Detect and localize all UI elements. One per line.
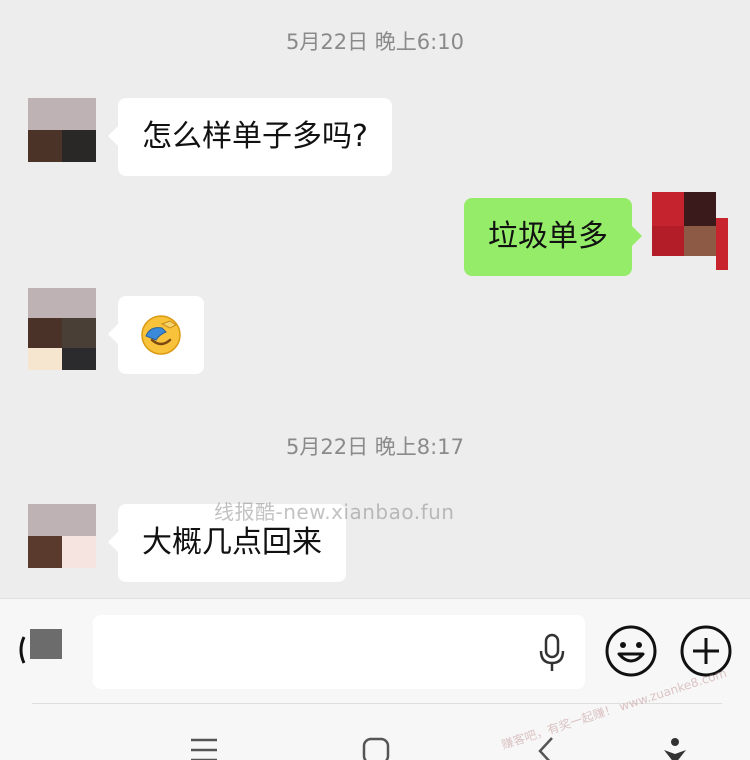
message-input[interactable] [93, 615, 585, 689]
timestamp: 5月22日 晚上6:10 [286, 30, 464, 54]
contact-avatar[interactable] [28, 98, 96, 180]
home-icon[interactable] [361, 736, 391, 760]
self-avatar[interactable] [652, 192, 728, 274]
incoming-message[interactable]: 怎么样单子多吗? [108, 98, 392, 176]
accessibility-icon[interactable] [662, 736, 688, 760]
outgoing-message[interactable]: 垃圾单多 [464, 198, 642, 276]
voice-toggle-button[interactable] [18, 625, 68, 675]
system-nav-bar [0, 708, 750, 760]
smiley-icon [605, 625, 657, 677]
facepalm-emoji [141, 315, 181, 355]
timestamp: 5月22日 晚上8:17 [286, 435, 464, 459]
microphone-icon[interactable] [537, 633, 567, 673]
contact-avatar[interactable] [28, 288, 96, 370]
contact-avatar[interactable] [28, 504, 96, 586]
menu-icon[interactable] [189, 736, 219, 760]
incoming-emoji-message[interactable] [108, 296, 204, 374]
voice-toggle-icon [19, 629, 62, 664]
sticker-button[interactable] [604, 624, 658, 678]
watermark-text: 线报酷-new.xianbao.fun [214, 500, 455, 524]
